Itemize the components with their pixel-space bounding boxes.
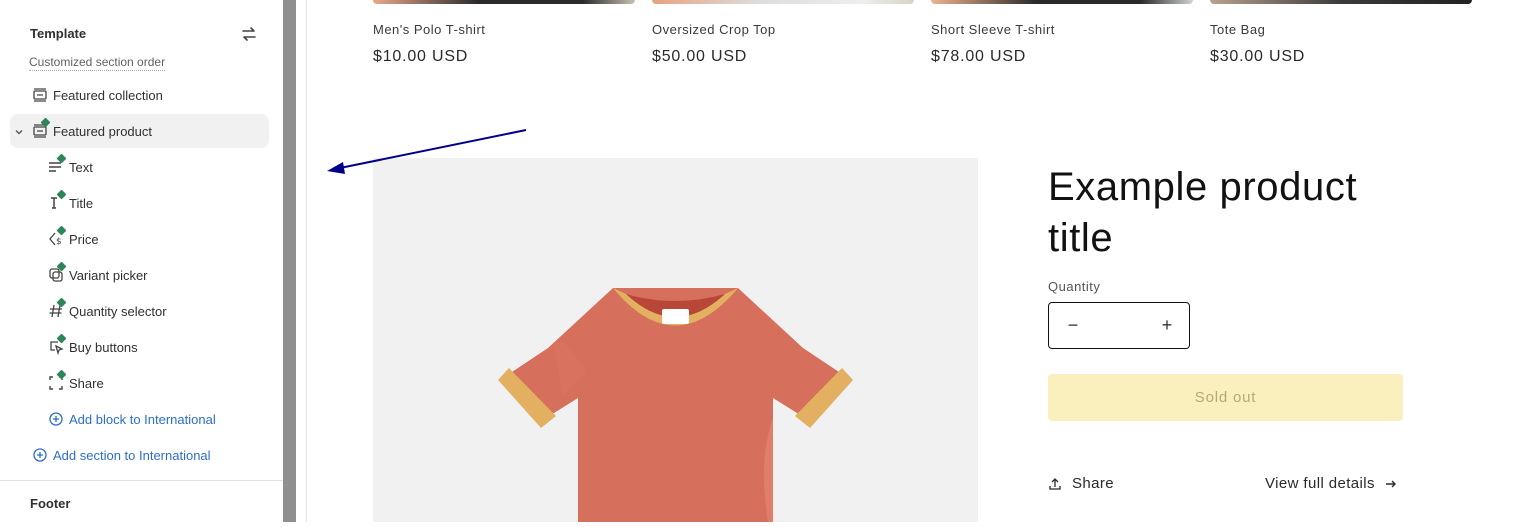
- share-label: Share: [1072, 475, 1115, 492]
- add-section-label: Add section to International: [53, 447, 211, 463]
- product-card-name[interactable]: Short Sleeve T-shirt: [931, 22, 1055, 37]
- tshirt-placeholder-image: [498, 288, 853, 522]
- share-button[interactable]: Share: [1048, 475, 1114, 492]
- product-card-price: $78.00 USD: [931, 48, 1027, 65]
- add-block-button[interactable]: Add block to International: [48, 402, 216, 436]
- product-card-name[interactable]: Oversized Crop Top: [652, 22, 776, 37]
- template-heading: Template: [30, 26, 87, 41]
- pointer-icon: [48, 333, 67, 355]
- section-label: Featured product: [53, 123, 153, 139]
- theme-editor-sidebar: Template Customized section order Featur…: [0, 0, 283, 522]
- block-price[interactable]: $ Price: [48, 222, 99, 256]
- add-block-label: Add block to International: [69, 411, 216, 427]
- hash-icon: [48, 297, 67, 319]
- variant-picker-icon: [48, 261, 67, 283]
- plus-circle-icon: [32, 447, 48, 463]
- price-icon: $: [48, 225, 67, 247]
- product-card-price: $50.00 USD: [652, 48, 748, 65]
- view-full-details-link[interactable]: View full details: [1265, 475, 1398, 492]
- sold-out-button[interactable]: Sold out: [1048, 374, 1403, 421]
- minus-icon[interactable]: −: [1063, 313, 1083, 337]
- store-preview: Men's Polo T-shirt $10.00 USD Oversized …: [307, 0, 1533, 522]
- block-title[interactable]: Title: [48, 186, 93, 220]
- text-icon: [48, 153, 67, 175]
- view-full-details-label: View full details: [1265, 475, 1375, 492]
- product-media[interactable]: [373, 158, 978, 522]
- share-frame-icon: [48, 369, 67, 391]
- product-card-name[interactable]: Tote Bag: [1210, 22, 1265, 37]
- block-label: Variant picker: [69, 267, 148, 283]
- plus-circle-icon: [48, 411, 64, 427]
- product-thumbnail[interactable]: [373, 0, 635, 4]
- quantity-stepper: − +: [1048, 302, 1190, 349]
- block-variant-picker[interactable]: Variant picker: [48, 258, 148, 292]
- section-icon: [32, 117, 51, 139]
- block-share[interactable]: Share: [48, 366, 104, 400]
- upload-icon: [1049, 477, 1061, 490]
- footer-heading: Footer: [30, 496, 71, 511]
- block-quantity-selector[interactable]: Quantity selector: [48, 294, 167, 328]
- product-card-price: $30.00 USD: [1210, 48, 1306, 65]
- title-icon: [48, 189, 67, 211]
- block-label: Share: [69, 375, 104, 391]
- product-card-price: $10.00 USD: [373, 48, 469, 65]
- preview-gutter: [296, 0, 307, 522]
- section-label: Featured collection: [53, 87, 163, 103]
- plus-icon[interactable]: +: [1157, 313, 1177, 337]
- product-thumbnail[interactable]: [931, 0, 1193, 4]
- add-section-button[interactable]: Add section to International: [32, 438, 211, 472]
- product-thumbnail[interactable]: [1210, 0, 1472, 4]
- reorder-sections-icon[interactable]: [240, 25, 258, 43]
- quantity-input[interactable]: [1089, 313, 1153, 339]
- block-buy-buttons[interactable]: Buy buttons: [48, 330, 138, 364]
- section-featured-product[interactable]: Featured product: [10, 114, 269, 148]
- product-title: Example product title: [1048, 165, 1358, 260]
- customized-order-note[interactable]: Customized section order: [29, 55, 166, 71]
- product-card-name[interactable]: Men's Polo T-shirt: [373, 22, 485, 37]
- chevron-down-icon[interactable]: [14, 127, 24, 137]
- sidebar-scrollbar[interactable]: [283, 0, 296, 522]
- arrow-right-icon: [1385, 480, 1396, 487]
- section-icon: [32, 87, 48, 103]
- section-featured-collection[interactable]: Featured collection: [32, 78, 163, 112]
- divider: [0, 480, 283, 481]
- block-text[interactable]: Text: [48, 150, 93, 184]
- block-label: Text: [69, 159, 93, 175]
- quantity-label: Quantity: [1048, 279, 1101, 294]
- block-label: Quantity selector: [69, 303, 167, 319]
- block-label: Title: [69, 195, 94, 211]
- svg-text:$: $: [56, 237, 62, 247]
- product-thumbnail[interactable]: [652, 0, 914, 4]
- block-label: Buy buttons: [69, 339, 138, 355]
- block-label: Price: [69, 231, 99, 247]
